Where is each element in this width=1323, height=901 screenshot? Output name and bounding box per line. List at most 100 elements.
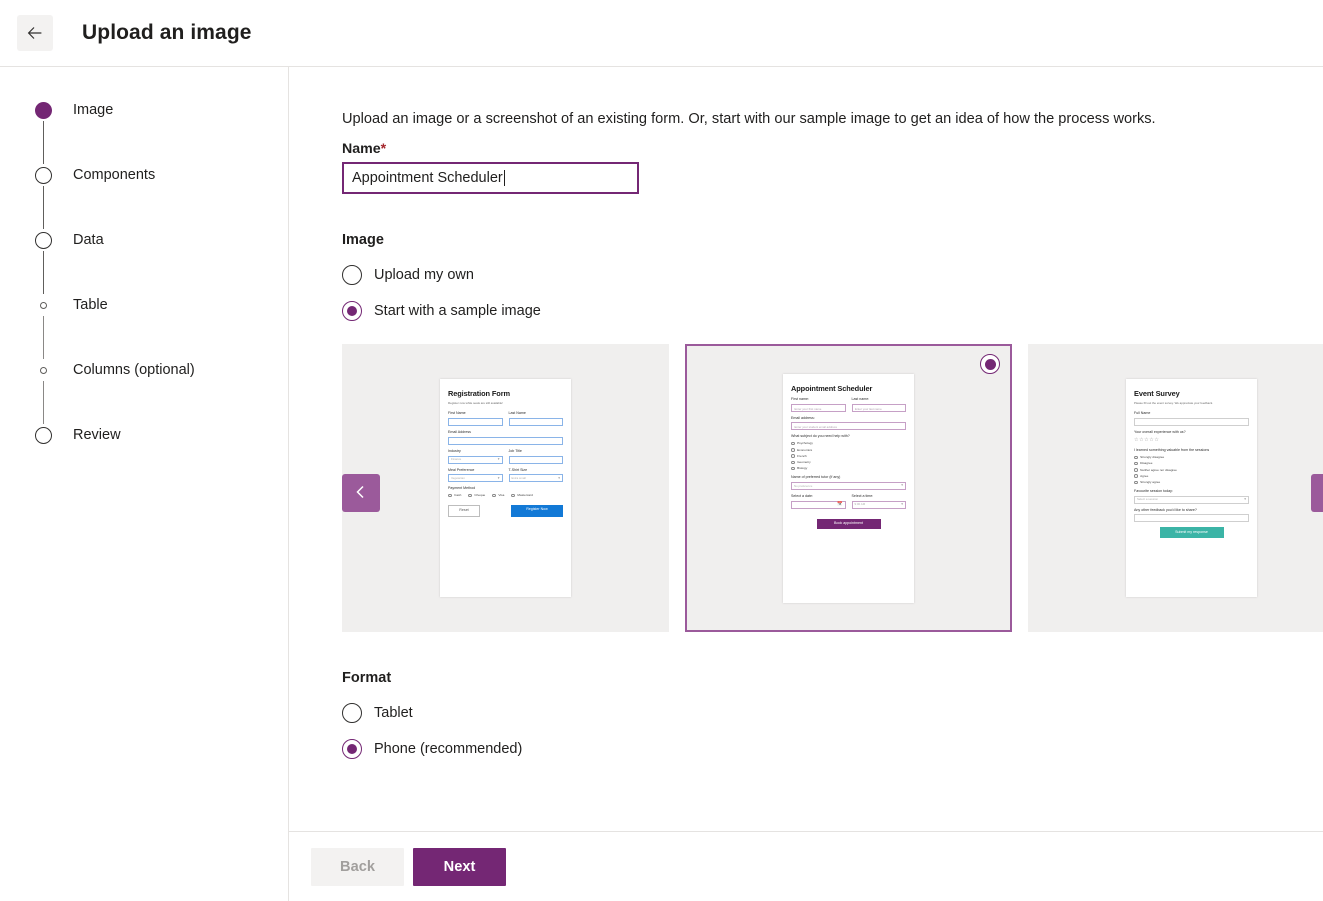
step-connector bbox=[43, 381, 44, 424]
wizard-footer: Back Next bbox=[289, 831, 1323, 901]
step-bullet-filled-icon bbox=[35, 101, 52, 119]
wizard-sidebar: Image Components Data Table Columns (opt… bbox=[0, 67, 289, 901]
sidebar-item-review[interactable]: Review bbox=[35, 424, 288, 446]
step-bullet-empty-icon bbox=[35, 231, 52, 249]
content-pane: Upload an image or a screenshot of an ex… bbox=[289, 67, 1323, 901]
preview-label: Your overall experience with us? bbox=[1134, 429, 1186, 434]
preview-radio-item: Neither agree nor disagree bbox=[1134, 468, 1249, 473]
radio-label: Start with a sample image bbox=[374, 303, 541, 319]
preview-submit-button: Register Now bbox=[511, 504, 563, 517]
radio-icon bbox=[342, 703, 362, 723]
radio-icon bbox=[511, 493, 515, 498]
radio-start-with-sample[interactable]: Start with a sample image bbox=[342, 296, 541, 326]
preview-placeholder: Enter your student email address bbox=[794, 425, 837, 430]
sidebar-item-data[interactable]: Data bbox=[35, 229, 288, 251]
preview-input bbox=[1134, 417, 1249, 426]
preview-input bbox=[448, 417, 503, 426]
radio-label: Tablet bbox=[374, 705, 413, 721]
step-bullet-small-icon bbox=[40, 301, 47, 309]
preview-radio-item: Economics bbox=[791, 448, 906, 453]
preview-radio-item: Cash bbox=[448, 493, 461, 498]
survey-form-preview: Event Survey Please fill out the event s… bbox=[1126, 379, 1257, 597]
preview-select-value: Extra small bbox=[511, 476, 526, 481]
radio-icon bbox=[791, 454, 795, 458]
app-header: Upload an image bbox=[0, 0, 1323, 66]
preview-label: Last Name bbox=[508, 410, 526, 415]
step-connector bbox=[43, 316, 44, 359]
step-bullet-small-icon bbox=[40, 366, 47, 374]
sidebar-item-image[interactable]: Image bbox=[35, 99, 288, 121]
preview-radio-item: Strongly agree bbox=[1134, 480, 1249, 485]
name-input[interactable]: Appointment Scheduler bbox=[342, 162, 639, 194]
preview-input bbox=[508, 417, 563, 426]
preview-radio-group: Strongly disagree Disagree Neither agree… bbox=[1134, 455, 1249, 485]
step-connector bbox=[43, 186, 44, 229]
sidebar-item-label: Image bbox=[73, 102, 114, 118]
radio-label: Biology bbox=[797, 466, 808, 471]
sidebar-item-columns[interactable]: Columns (optional) bbox=[35, 359, 288, 381]
chevron-down-icon: ▾ bbox=[1244, 496, 1246, 501]
preview-reset-button: Reset bbox=[448, 504, 480, 517]
carousel-next-button[interactable] bbox=[1311, 474, 1323, 512]
page-body: Image Components Data Table Columns (opt… bbox=[0, 67, 1323, 901]
format-section-label: Format bbox=[342, 670, 392, 686]
preview-title: Registration Form bbox=[448, 389, 510, 398]
preview-radio-item: Geometry bbox=[791, 460, 906, 465]
radio-label: Geometry bbox=[797, 459, 811, 464]
sidebar-item-table[interactable]: Table bbox=[35, 294, 288, 316]
back-button[interactable]: Back bbox=[311, 847, 404, 886]
next-button[interactable]: Next bbox=[413, 847, 506, 886]
preview-select: Select a session ▾ bbox=[1134, 495, 1249, 504]
sidebar-item-components[interactable]: Components bbox=[35, 164, 288, 186]
preview-input bbox=[508, 455, 563, 464]
radio-icon bbox=[791, 460, 795, 465]
arrow-left-icon bbox=[26, 24, 44, 42]
preview-radio-item: Strongly disagree bbox=[1134, 455, 1249, 460]
sample-card-appointment[interactable]: Appointment Scheduler First name: Enter … bbox=[685, 344, 1012, 632]
intro-text: Upload an image or a screenshot of an ex… bbox=[342, 111, 1156, 127]
preview-placeholder: Enter your first name bbox=[794, 406, 822, 411]
preview-title: Event Survey bbox=[1134, 389, 1180, 398]
step-connector bbox=[43, 121, 44, 164]
preview-date-input: 📅 bbox=[791, 500, 846, 509]
radio-icon-selected bbox=[342, 301, 362, 321]
preview-input bbox=[1134, 514, 1249, 523]
required-asterisk: * bbox=[380, 141, 387, 157]
radio-icon bbox=[492, 493, 496, 498]
preview-label: Payment Method bbox=[448, 486, 476, 491]
preview-label: Select a date: bbox=[791, 493, 813, 498]
calendar-icon: 📅 bbox=[837, 501, 843, 507]
sample-card-registration[interactable]: Registration Form Register now while sea… bbox=[342, 344, 669, 632]
radio-label: French bbox=[797, 453, 807, 458]
preview-label: Name of preferred tutor (if any) bbox=[791, 474, 841, 479]
preview-input: Enter your last name bbox=[851, 403, 906, 412]
preview-subtitle: Register now while seats are still avail… bbox=[448, 401, 503, 406]
sample-card-selected-radio[interactable] bbox=[980, 354, 1000, 374]
preview-label: Meal Preference bbox=[448, 467, 475, 472]
chevron-down-icon: ▾ bbox=[901, 482, 903, 487]
preview-select: Finance ▾ bbox=[448, 455, 503, 464]
radio-icon bbox=[791, 466, 795, 471]
preview-label: Any other feedback you'd like to share? bbox=[1134, 507, 1197, 512]
name-field-label: Name* bbox=[342, 141, 1323, 157]
preview-submit-button: Book appointment bbox=[816, 518, 881, 530]
radio-format-tablet[interactable]: Tablet bbox=[342, 698, 413, 728]
preview-select-value: Vegetarian bbox=[451, 476, 465, 481]
header-back-button[interactable] bbox=[17, 15, 53, 51]
image-section-label: Image bbox=[342, 232, 384, 248]
radio-format-phone[interactable]: Phone (recommended) bbox=[342, 734, 522, 764]
radio-icon-selected bbox=[342, 739, 362, 759]
preview-radio-item: Psychology bbox=[791, 441, 906, 446]
carousel-prev-button[interactable] bbox=[342, 474, 380, 512]
radio-upload-my-own[interactable]: Upload my own bbox=[342, 260, 474, 290]
radio-icon bbox=[1134, 480, 1138, 485]
preview-radio-item: French bbox=[791, 454, 906, 459]
chevron-down-icon: ▾ bbox=[901, 501, 903, 506]
sidebar-item-label: Columns (optional) bbox=[73, 362, 195, 378]
radio-icon bbox=[468, 493, 472, 498]
sample-image-carousel: Registration Form Register now while sea… bbox=[342, 344, 1323, 632]
radio-label: Agree bbox=[1140, 473, 1149, 478]
radio-icon bbox=[1134, 474, 1138, 478]
sample-card-survey[interactable]: Event Survey Please fill out the event s… bbox=[1028, 344, 1323, 632]
preview-input bbox=[448, 436, 563, 445]
